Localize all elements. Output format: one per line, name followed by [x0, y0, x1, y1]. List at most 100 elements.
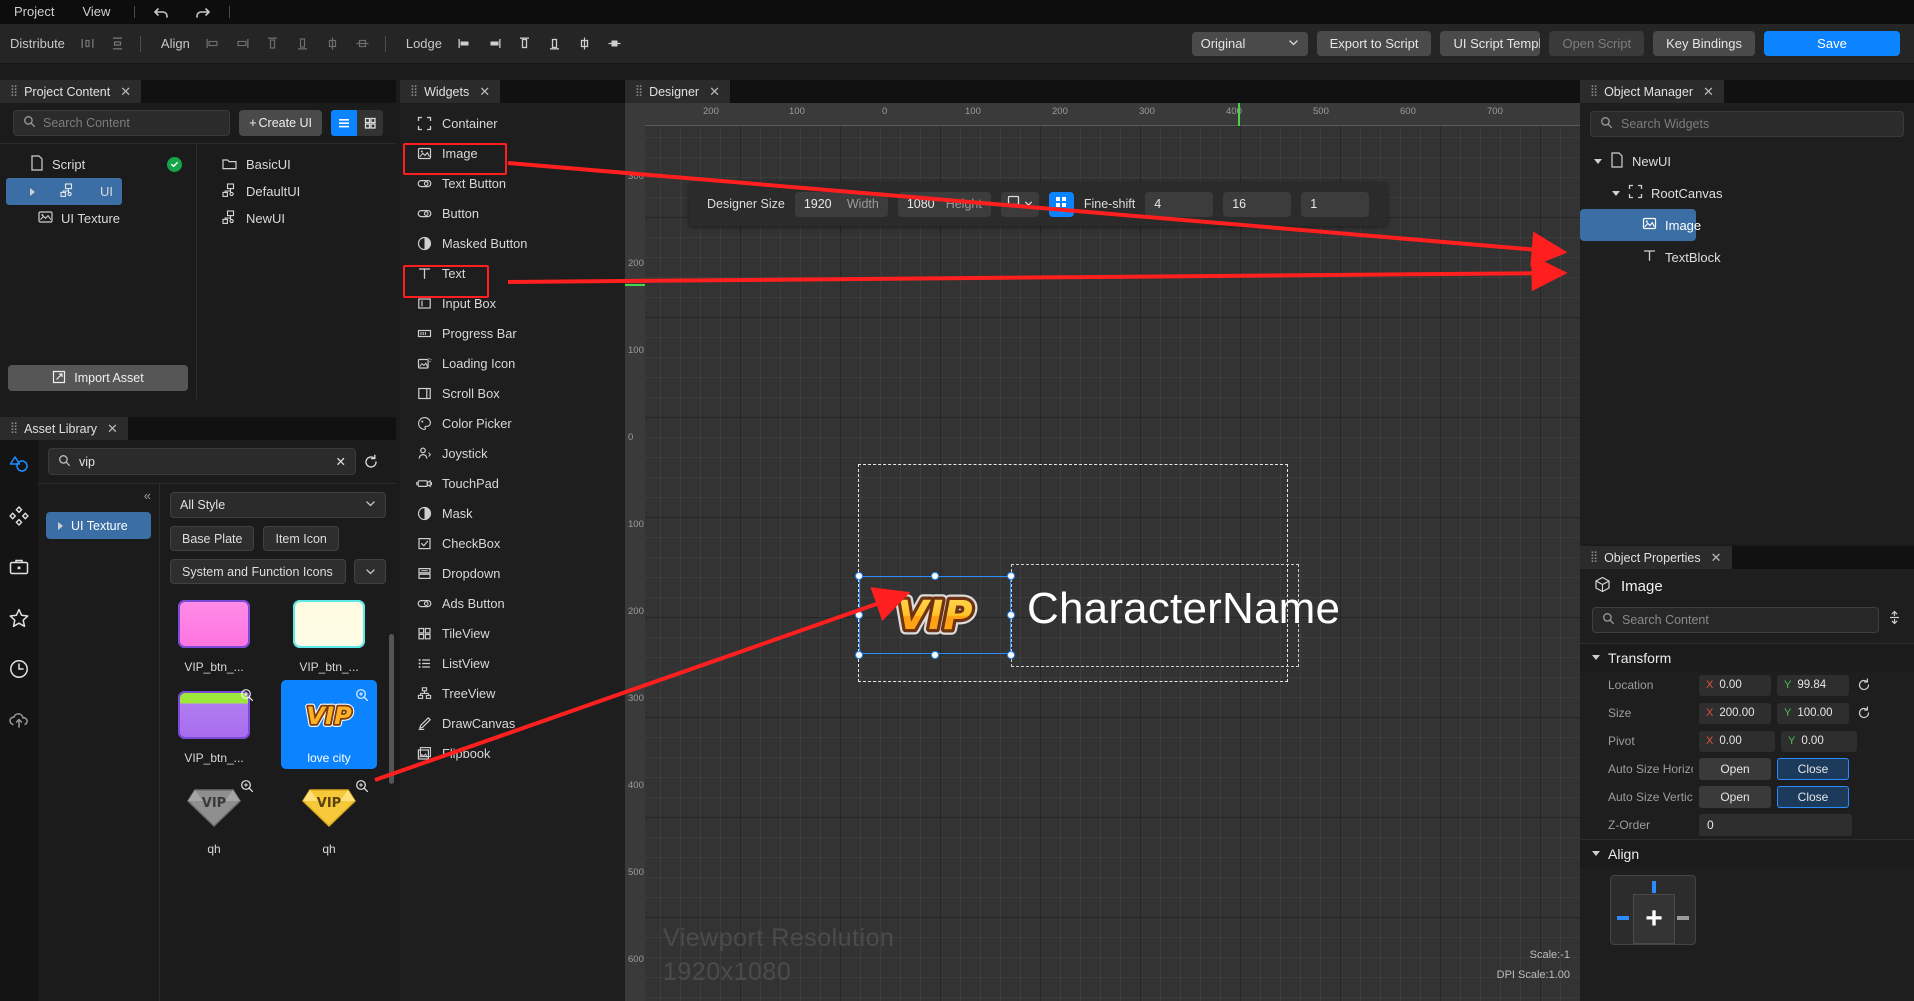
zoom-preview-icon[interactable]	[240, 779, 254, 798]
key-bindings-button[interactable]: Key Bindings	[1653, 31, 1755, 56]
search-input[interactable]: Search Content	[13, 110, 231, 136]
resize-handle-tl[interactable]	[855, 572, 863, 580]
lodge-bottom-icon[interactable]	[546, 35, 563, 52]
widget-item-button[interactable]: Button	[400, 198, 625, 228]
tree-item-script[interactable]: Script	[0, 151, 196, 178]
object-tree-item-image[interactable]: Image	[1580, 209, 1701, 241]
lodge-top-icon[interactable]	[516, 35, 533, 52]
align-right-handle[interactable]	[1677, 916, 1689, 920]
align-bottom-icon[interactable]	[294, 35, 311, 52]
import-asset-button[interactable]: Import Asset	[8, 365, 188, 391]
grid-view-button[interactable]	[357, 110, 383, 136]
grid-toggle-button[interactable]	[1048, 191, 1074, 217]
align-top-handle[interactable]	[1652, 881, 1656, 893]
caret-down-icon[interactable]	[1612, 190, 1620, 196]
briefcase-icon[interactable]	[7, 555, 31, 579]
widget-item-drawcanvas[interactable]: DrawCanvas	[400, 708, 625, 738]
drag-grip-icon[interactable]: ⣿	[1590, 552, 1598, 563]
caret-down-icon[interactable]	[1594, 158, 1602, 164]
chip-expand-button[interactable]	[354, 559, 386, 584]
asset-item[interactable]: VIP_btn_...	[170, 684, 258, 765]
render-mode-select[interactable]: Original	[1191, 31, 1308, 56]
fine-shift-input-1[interactable]: 4	[1145, 191, 1214, 217]
create-ui-button[interactable]: + Create UI	[239, 110, 322, 136]
category-ui-texture[interactable]: UI Texture	[46, 512, 151, 539]
zoom-preview-icon[interactable]	[355, 779, 369, 798]
clear-search-icon[interactable]: ✕	[336, 454, 346, 469]
align-center-horizontal-icon[interactable]	[354, 35, 371, 52]
list-item-defaultui[interactable]: DefaultUI	[197, 178, 396, 205]
asset-item[interactable]: VIP qh	[285, 775, 373, 856]
tree-item-ui[interactable]: UI	[6, 178, 122, 205]
device-preset-button[interactable]	[1000, 191, 1039, 217]
close-icon[interactable]: ✕	[120, 84, 131, 100]
widget-item-loading-icon[interactable]: Loading Icon	[400, 348, 625, 378]
tab-project-content[interactable]: ⣿ Project Content ✕	[0, 80, 142, 103]
distribute-horizontal-icon[interactable]	[79, 35, 96, 52]
widget-item-image[interactable]: Image	[400, 138, 625, 168]
widget-item-joystick[interactable]: Joystick	[400, 438, 625, 468]
widget-search-input[interactable]: Search Widgets	[1590, 111, 1904, 137]
widget-item-treeview[interactable]: TreeView	[400, 678, 625, 708]
widget-item-tileview[interactable]: TileView	[400, 618, 625, 648]
section-align[interactable]: Align	[1580, 839, 1914, 867]
widget-item-progress-bar[interactable]: Progress Bar	[400, 318, 625, 348]
ruler-horizontal[interactable]: 200 100 0 100 200 300 400 500 600 700	[625, 103, 1580, 126]
size-x-input[interactable]: X 200.00	[1699, 702, 1771, 724]
asset-item[interactable]: VIP_btn_...	[285, 593, 373, 674]
widget-item-masked-button[interactable]: Masked Button	[400, 228, 625, 258]
auto-size-h-open-button[interactable]: Open	[1699, 758, 1771, 780]
drag-grip-icon[interactable]: ⣿	[10, 86, 18, 97]
align-top-icon[interactable]	[264, 35, 281, 52]
widget-item-checkbox[interactable]: CheckBox	[400, 528, 625, 558]
chip-base-plate[interactable]: Base Plate	[170, 526, 255, 551]
drag-grip-icon[interactable]: ⣿	[10, 423, 18, 434]
drag-grip-icon[interactable]: ⣿	[410, 86, 418, 97]
tab-object-properties[interactable]: ⣿ Object Properties ✕	[1580, 546, 1732, 569]
ruler-vertical[interactable]: 300 200 100 0 100 200 300 400 500 600	[625, 126, 645, 1001]
resize-handle-br[interactable]	[1007, 651, 1015, 659]
canvas-vip-image[interactable]: VIP VIP VIP	[867, 583, 1003, 646]
properties-search-input[interactable]: Search Content	[1592, 607, 1879, 633]
list-view-button[interactable]	[331, 110, 357, 136]
object-tree-item-newui[interactable]: NewUI	[1580, 145, 1914, 177]
section-transform[interactable]: Transform	[1580, 643, 1914, 671]
align-left-icon[interactable]	[204, 35, 221, 52]
designer-canvas[interactable]: Viewport Resolution 1920x1080 CharacterN…	[645, 126, 1580, 1001]
redo-icon[interactable]	[193, 3, 211, 21]
auto-size-h-close-button[interactable]: Close	[1777, 758, 1849, 780]
expand-collapse-icon[interactable]	[1887, 610, 1902, 630]
caret-right-icon[interactable]	[30, 187, 35, 196]
tab-object-manager[interactable]: ⣿ Object Manager ✕	[1580, 80, 1724, 103]
auto-size-v-close-button[interactable]: Close	[1777, 786, 1849, 808]
tab-designer[interactable]: ⣿ Designer ✕	[625, 80, 730, 103]
designer-width-input[interactable]: 1920 Width	[794, 191, 888, 217]
widget-item-listview[interactable]: ListView	[400, 648, 625, 678]
refresh-icon[interactable]	[356, 454, 386, 470]
asset-item[interactable]: VIP qh	[170, 775, 258, 856]
z-order-input[interactable]: 0	[1699, 814, 1852, 836]
collapse-icon[interactable]: «	[144, 488, 151, 503]
align-center-vertical-icon[interactable]	[324, 35, 341, 52]
chip-system-function-icons[interactable]: System and Function Icons	[170, 559, 346, 584]
clock-icon[interactable]	[7, 657, 31, 681]
object-tree-item-rootcanvas[interactable]: RootCanvas	[1580, 177, 1914, 209]
drag-grip-icon[interactable]: ⣿	[635, 86, 643, 97]
asset-item-selected[interactable]: VIP VIP VIP love city	[281, 680, 377, 769]
asset-scrollbar[interactable]	[389, 634, 394, 784]
list-item-basicui[interactable]: BasicUI	[197, 151, 396, 178]
pivot-y-input[interactable]: Y 0.00	[1781, 730, 1857, 752]
asset-item[interactable]: VIP_btn_...	[170, 593, 258, 674]
resize-handle-mr[interactable]	[1007, 611, 1015, 619]
location-y-input[interactable]: Y 99.84	[1777, 674, 1849, 696]
shapes-icon[interactable]	[7, 453, 31, 477]
widget-item-touchpad[interactable]: TouchPad	[400, 468, 625, 498]
drag-grip-icon[interactable]: ⣿	[1590, 86, 1598, 97]
asset-search-input[interactable]: vip ✕	[48, 448, 356, 475]
resize-handle-bl[interactable]	[855, 651, 863, 659]
close-icon[interactable]: ✕	[1711, 550, 1722, 566]
tab-widgets[interactable]: ⣿ Widgets ✕	[400, 80, 501, 103]
menu-item-project[interactable]: Project	[0, 0, 68, 24]
widget-item-text[interactable]: Text	[400, 258, 625, 288]
close-icon[interactable]: ✕	[709, 84, 720, 100]
